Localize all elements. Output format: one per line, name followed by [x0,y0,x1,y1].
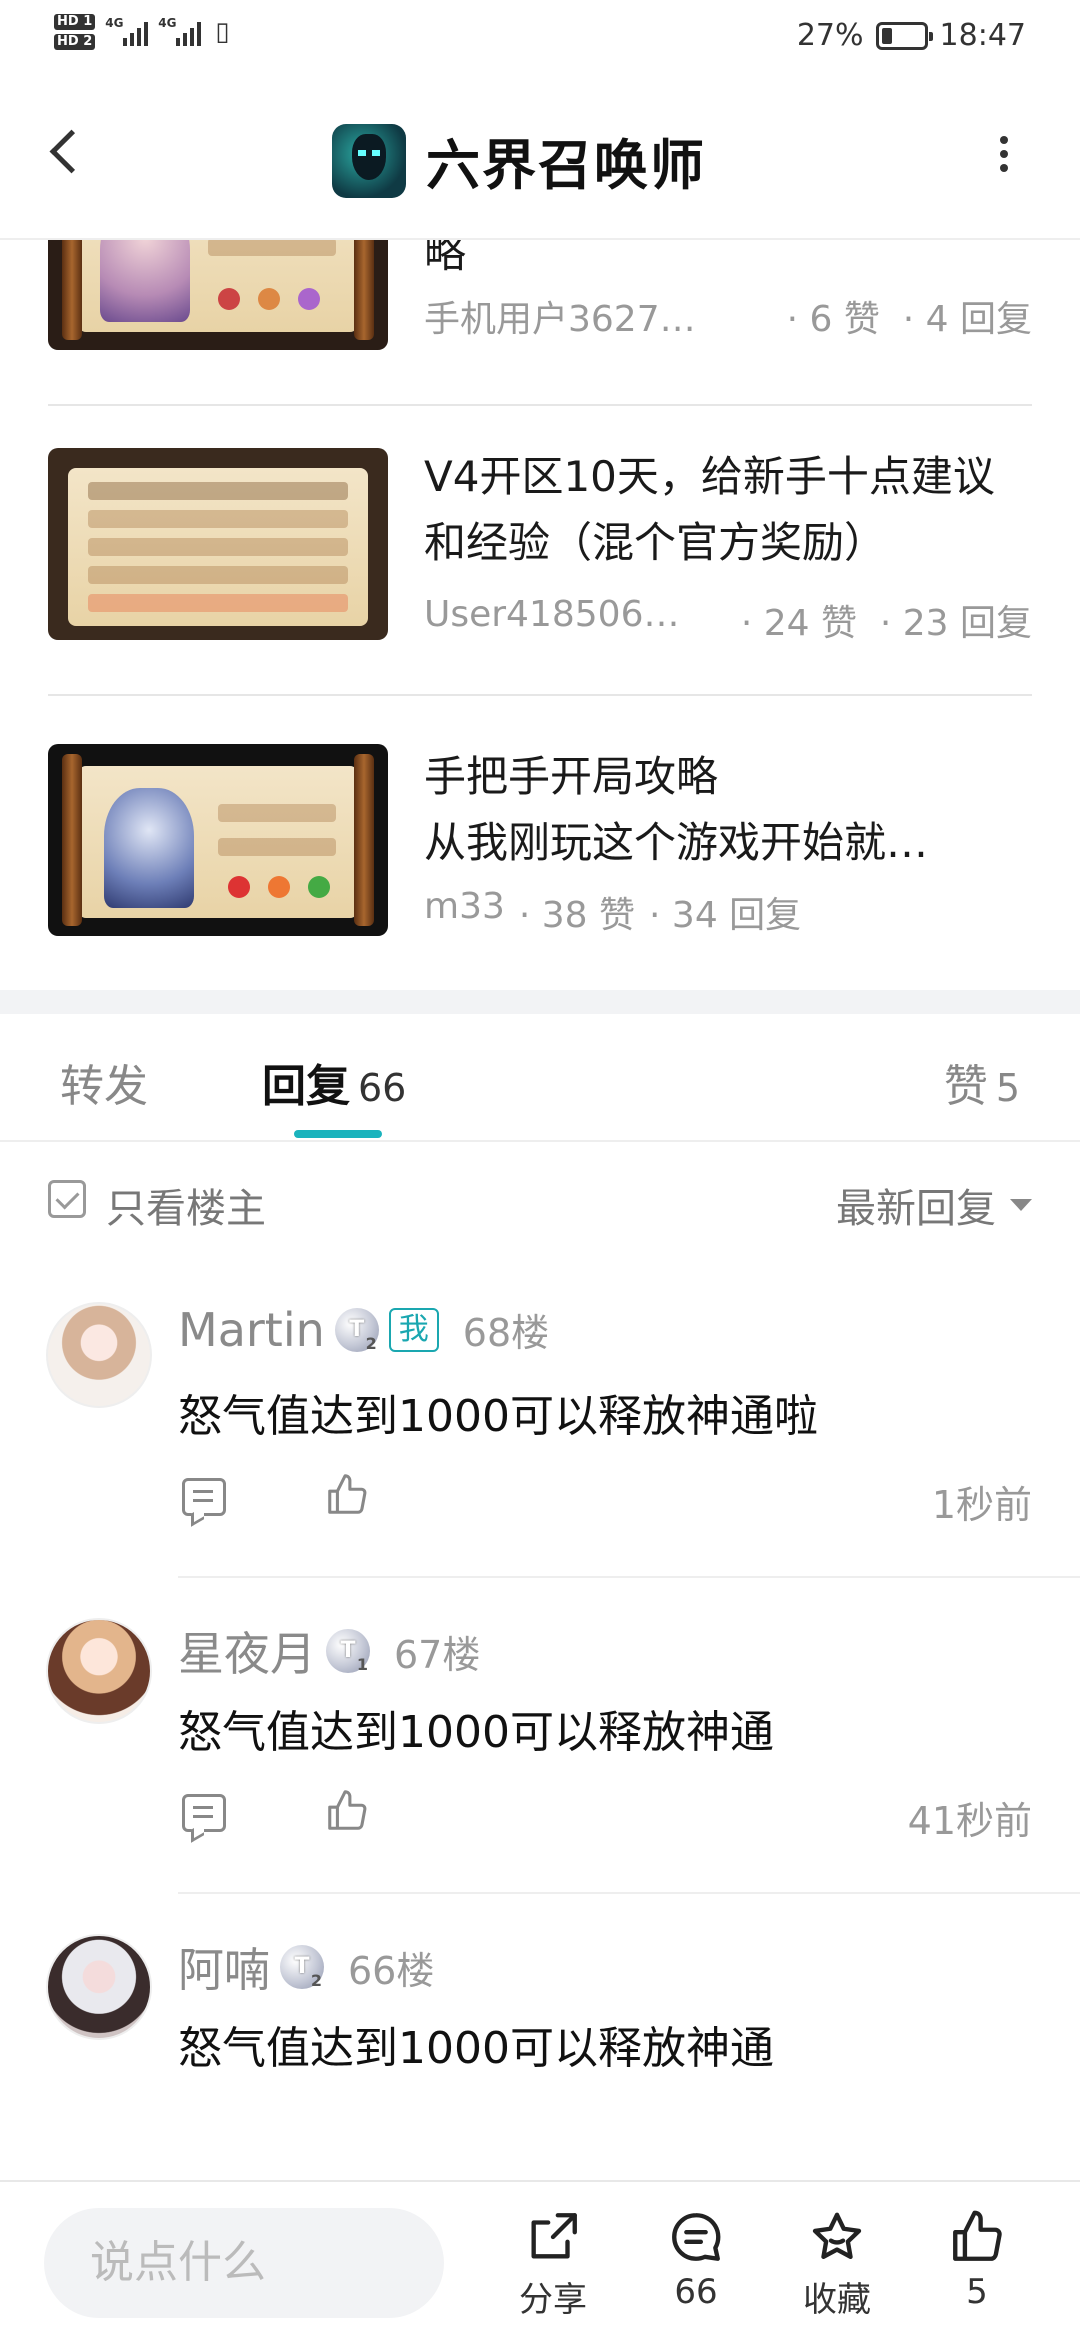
forum-logo [332,123,406,198]
reply-username[interactable]: 阿喃 [178,1934,270,2000]
post-likes: · 38 赞 [518,895,636,936]
post-thumbnail [48,744,388,936]
avatar[interactable] [46,1934,152,2040]
post-thumbnail [48,448,388,640]
favorite-label: 收藏 [803,2280,871,2320]
floor-number: 68楼 [462,1311,550,1355]
tab-reply[interactable]: 回复 66 [262,1050,406,1114]
post-author: 手机用户3627… [424,299,696,340]
tab-like-count: 5 [995,1066,1020,1110]
post-title: 手把手开局攻略 [424,752,719,801]
share-label: 分享 [519,2280,587,2320]
signal2-icon: 4G [158,16,202,46]
like-button[interactable]: 5 [922,2208,1032,2312]
comment-icon[interactable] [182,1478,226,1516]
share-button[interactable]: 分享 [498,2208,608,2321]
me-badge: 我 [388,1307,439,1352]
reply-username[interactable]: Martin [178,1303,325,1357]
floor-number: 67楼 [394,1632,481,1677]
related-post-3[interactable]: 手把手开局攻略 从我刚玩这个游戏开始就… m33 · 38 赞 · 34 回复 [48,696,1032,992]
thumbs-up-icon[interactable] [324,1786,370,1836]
tab-forward[interactable]: 转发 [60,1050,148,1114]
related-post-2[interactable]: V4开区10天，给新手十点建议和经验（混个官方奖励） User418506… ·… [48,400,1032,696]
reply-time: 41秒前 [907,1799,1032,1843]
post-replies: · 23 回复 [879,603,1032,644]
status-bar: HD 1 HD 2 4G 4G ▯ 27% 18:47 [0,0,1080,76]
tab-indicator [294,1130,382,1138]
post-replies: · 4 回复 [902,299,1032,340]
only-op-label[interactable]: 只看楼主 [106,1176,266,1234]
comments-count: 66 [674,2272,718,2312]
bottom-action-bar: 说点什么 分享 66 收藏 5 [0,2180,1080,2340]
level-badge-icon: T2 [334,1307,379,1352]
post-likes: · 24 赞 [740,603,857,644]
reply-username[interactable]: 星夜月 [178,1618,316,1684]
reply-item[interactable]: Martin T2 我 68楼 怒气值达到1000可以释放神通啦 1秒前 [0,1262,1080,1578]
avatar[interactable] [46,1302,152,1408]
forum-name: 六界召唤师 [426,134,706,197]
clock: 18:47 [939,18,1026,53]
app-header: 六界召唤师 [0,76,1080,240]
favorite-button[interactable]: 收藏 [782,2208,892,2321]
comment-bubble-icon [672,2213,721,2261]
star-icon [812,2212,862,2259]
thumbs-up-icon[interactable] [324,1470,370,1520]
forum-title[interactable]: 六界召唤师 [332,121,706,200]
tab-reply-label: 回复 [262,1061,350,1112]
post-likes: · 6 赞 [786,299,880,340]
tab-like-label: 赞 [943,1061,988,1112]
caret-down-icon [1010,1199,1032,1211]
signal1-icon: 4G [105,16,149,46]
hd2-indicator: HD 2 [54,34,96,50]
reply-item[interactable]: 星夜月 T1 67楼 怒气值达到1000可以释放神通 41秒前 [0,1578,1080,1894]
sort-label: 最新回复 [836,1186,996,1232]
battery-percent: 27% [796,18,864,53]
tab-like[interactable]: 赞5 [944,1050,1020,1114]
post-replies: · 34 回复 [649,895,802,936]
share-icon [531,2213,577,2259]
reply-content: 怒气值达到1000可以释放神通 [178,1707,774,1758]
reply-filter-bar: 只看楼主 最新回复 [0,1142,1080,1262]
reply-content: 怒气值达到1000可以释放神通啦 [178,1391,818,1442]
detail-tabs: 转发 回复 66 赞5 [0,1014,1080,1142]
tab-reply-count: 66 [358,1066,407,1110]
reply-time: 1秒前 [931,1483,1032,1527]
sort-dropdown[interactable]: 最新回复 [836,1176,1032,1234]
only-op-checkbox[interactable] [48,1180,86,1218]
likes-count: 5 [966,2272,988,2312]
more-vertical-icon[interactable] [1000,136,1010,176]
vibrate-icon: ▯ [215,17,230,47]
section-divider [0,990,1080,1014]
reply-item[interactable]: 阿喃 T2 66楼 怒气值达到1000可以释放神通 [0,1894,1080,2210]
level-badge-icon: T1 [326,1629,370,1673]
post-detail-page: HD 1 HD 2 4G 4G ▯ 27% 18:47 略 手机用户3627… … [0,0,1080,2340]
battery-icon [875,21,933,50]
post-author: m33 [424,886,505,927]
thumbs-up-icon [953,2210,1002,2261]
back-arrow-icon[interactable] [44,126,88,186]
comment-input[interactable]: 说点什么 [44,2208,444,2318]
avatar[interactable] [46,1618,152,1724]
post-title: V4开区10天，给新手十点建议和经验（混个官方奖励） [424,452,995,567]
comment-icon[interactable] [182,1794,226,1832]
floor-number: 66楼 [348,1948,435,1993]
hd1-indicator: HD 1 [54,14,96,30]
reply-content: 怒气值达到1000可以释放神通 [178,2023,774,2074]
comments-button[interactable]: 66 [641,2208,751,2312]
post-subtitle: 从我刚玩这个游戏开始就… [424,818,929,867]
post-author: User418506… [424,594,680,635]
level-badge-icon: T2 [280,1945,324,1989]
